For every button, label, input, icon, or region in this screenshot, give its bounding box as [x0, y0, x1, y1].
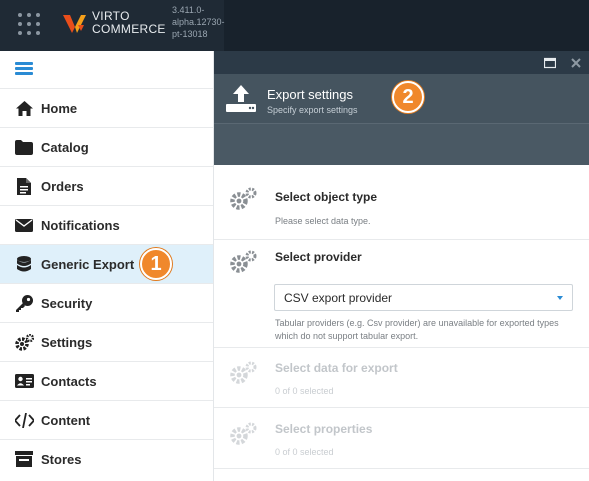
hamburger-icon[interactable]	[15, 62, 33, 76]
sidebar-item-contacts[interactable]: Contacts	[0, 361, 213, 400]
step-select-data-for-export: Select data for export 0 of 0 selected	[214, 348, 589, 408]
document-icon	[14, 177, 34, 195]
sidebar-item-label: Generic Export	[41, 256, 135, 272]
step-select-object-type[interactable]: Select object type Please select data ty…	[214, 165, 589, 240]
sidebar-item-home[interactable]: Home	[0, 88, 213, 127]
sidebar-item-stores[interactable]: Stores	[0, 439, 213, 478]
contact-card-icon	[14, 372, 34, 390]
blade-content: Select object type Please select data ty…	[214, 165, 589, 481]
maximize-icon[interactable]	[543, 56, 557, 69]
step-select-provider: Select provider CSV export provider Tabu…	[214, 240, 589, 348]
chevron-down-icon	[557, 296, 563, 300]
sidebar-item-generic-export[interactable]: Generic Export 1	[0, 244, 213, 283]
gears-icon	[14, 333, 34, 351]
top-bar: VIRTO COMMERCE 3.411.0-alpha.12730-pt-13…	[0, 0, 589, 51]
sidebar-item-content[interactable]: Content	[0, 400, 213, 439]
upload-icon	[226, 83, 256, 113]
top-bar-right	[224, 0, 589, 51]
blade-toolbar	[214, 123, 589, 165]
key-icon	[14, 294, 34, 312]
export-settings-blade: Export settings Specify export settings …	[214, 51, 589, 481]
brand-name: VIRTO COMMERCE	[92, 10, 166, 36]
step-description: 0 of 0 selected	[275, 447, 334, 457]
step-title: Select properties	[275, 422, 373, 436]
database-icon	[14, 255, 34, 273]
brand-line-2: COMMERCE	[92, 22, 166, 36]
sidebar: Home Catalog Orders Notifications Generi	[0, 51, 214, 481]
sidebar-item-label: Stores	[41, 451, 82, 467]
step-title: Select object type	[275, 190, 378, 204]
sidebar-item-label: Contacts	[41, 373, 97, 389]
home-icon	[14, 99, 34, 117]
blade-subtitle: Specify export settings	[267, 105, 358, 115]
grid-icon[interactable]	[18, 13, 40, 35]
main-navigation: Home Catalog Orders Notifications Generi	[0, 88, 213, 478]
step-title: Select data for export	[275, 361, 398, 375]
virto-logo-icon[interactable]	[62, 11, 88, 37]
callout-badge: 1	[140, 248, 172, 280]
step-title: Select provider	[275, 250, 362, 264]
gears-icon	[229, 186, 259, 212]
provider-select-value: CSV export provider	[284, 291, 393, 305]
sidebar-item-catalog[interactable]: Catalog	[0, 127, 213, 166]
sidebar-item-security[interactable]: Security	[0, 283, 213, 322]
step-description: Please select data type.	[275, 216, 371, 226]
sidebar-item-label: Settings	[41, 334, 93, 350]
provider-select[interactable]: CSV export provider	[274, 284, 573, 311]
sidebar-item-label: Content	[41, 412, 91, 428]
gears-icon	[229, 421, 259, 447]
blade-header: Export settings Specify export settings …	[214, 74, 589, 123]
close-icon[interactable]	[570, 56, 582, 68]
envelope-icon	[14, 216, 34, 234]
blade-title: Export settings	[267, 87, 353, 102]
step-select-properties: Select properties 0 of 0 selected	[214, 408, 589, 469]
blade-window-bar	[214, 51, 589, 74]
sidebar-item-notifications[interactable]: Notifications	[0, 205, 213, 244]
version-text: 3.411.0-alpha.12730-pt-13018	[172, 5, 225, 39]
code-icon	[14, 411, 34, 429]
step-description: 0 of 0 selected	[275, 386, 334, 396]
provider-help-text: Tabular providers (e.g. Csv provider) ar…	[275, 318, 559, 341]
sidebar-item-label: Security	[41, 295, 93, 311]
gears-icon	[229, 249, 259, 275]
sidebar-item-settings[interactable]: Settings	[0, 322, 213, 361]
sidebar-item-orders[interactable]: Orders	[0, 166, 213, 205]
store-icon	[14, 450, 34, 468]
sidebar-item-label: Home	[41, 100, 78, 116]
sidebar-item-label: Notifications	[41, 217, 120, 233]
gears-icon	[229, 360, 259, 386]
callout-badge: 2	[392, 81, 424, 113]
folder-icon	[14, 138, 34, 156]
sidebar-item-label: Orders	[41, 178, 84, 194]
sidebar-item-label: Catalog	[41, 139, 89, 155]
